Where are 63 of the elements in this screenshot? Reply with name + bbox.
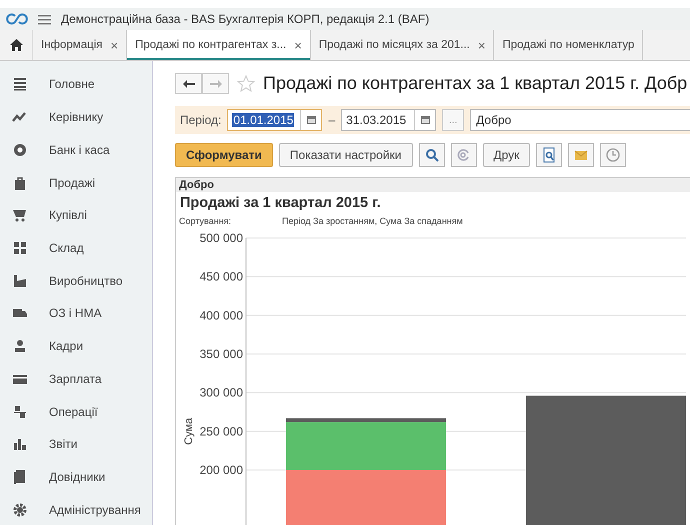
axis-tick-label: 350 000 [200, 347, 243, 361]
date-field[interactable]: 31.03.2015 [341, 109, 436, 131]
search-button[interactable] [418, 143, 444, 167]
gear-icon [12, 502, 28, 518]
toolbar-button[interactable]: Показати настройки [278, 143, 412, 167]
logo-icon [6, 13, 28, 25]
axis-tick-label: 400 000 [200, 308, 243, 322]
range-dash: – [328, 113, 336, 127]
back-arrow-icon[interactable] [182, 80, 194, 88]
sidebar-item[interactable]: Адміністрування [49, 502, 141, 517]
sidebar-item[interactable]: ОЗ і НМА [49, 306, 102, 320]
report-title: Продажі по контрагентах за 1 квартал 2015 г. Добр [263, 73, 688, 94]
date-field[interactable]: 01.01.2015 [227, 109, 322, 131]
coin-icon [12, 142, 28, 158]
sidebar-item[interactable]: Довідники [49, 470, 106, 484]
organization-field[interactable]: Добро [470, 109, 690, 131]
preview-button[interactable] [536, 143, 562, 167]
axis-tick-label: 450 000 [200, 270, 243, 284]
report-header: Добро [176, 178, 690, 192]
toolbar-button[interactable]: Друк [482, 143, 530, 167]
search-icon[interactable] [424, 147, 440, 163]
sidebar-item[interactable]: Склад [49, 240, 84, 255]
sidebar-item[interactable]: Звіти [49, 437, 78, 452]
back-button[interactable] [175, 73, 202, 94]
close-icon[interactable]: × [478, 38, 486, 52]
sidebar-item[interactable]: Керівнику [49, 110, 104, 124]
clock-icon[interactable] [605, 147, 622, 163]
tab[interactable]: Продажі по контрагентах з... × [127, 30, 311, 60]
ledger-icon [12, 404, 28, 420]
factory-icon [12, 272, 28, 289]
menu-icon[interactable] [38, 14, 51, 24]
star-icon[interactable] [237, 75, 255, 92]
sidebar-item[interactable]: Операції [49, 404, 98, 419]
person-icon [12, 338, 28, 354]
bar-chart-icon [12, 436, 28, 452]
axis-title: Сума [183, 418, 195, 445]
list-icon [12, 76, 28, 92]
sidebar-item[interactable]: Зарплата [49, 372, 102, 386]
grid-icon [12, 240, 28, 256]
axis-tick-label: 200 000 [200, 463, 243, 477]
sidebar-item[interactable]: Виробництво [49, 274, 123, 288]
axis-tick-label: 250 000 [200, 424, 243, 438]
report-heading: Продажі за 1 квартал 2015 г. [179, 194, 382, 211]
cart-icon [12, 207, 28, 224]
sidebar-item[interactable]: Банк і каса [49, 142, 110, 157]
sidebar-item[interactable]: Кадри [49, 339, 84, 354]
close-icon[interactable]: × [110, 38, 118, 52]
axis-tick-label: 300 000 [200, 386, 243, 400]
sidebar-item[interactable]: Продажі [49, 176, 96, 190]
bag-icon [12, 174, 28, 191]
sort-value: Період За зростанням, Сума За спаданням [282, 216, 463, 226]
window-title: Демонстраційна база - BAS Бухгалтерія КОРП, редакція 2.1 (BAF) [61, 12, 430, 26]
field-label: Період: [180, 113, 222, 127]
sidebar-item[interactable]: Головне [49, 77, 95, 92]
clock-button[interactable] [600, 143, 626, 167]
sort-label: Сортування: [179, 216, 232, 226]
book-icon [12, 468, 28, 485]
sidebar-item[interactable]: Купівлі [49, 208, 87, 222]
home-icon[interactable] [10, 39, 22, 51]
preview-icon[interactable] [541, 147, 558, 163]
axis-tick-label: 500 000 [200, 231, 243, 245]
close-icon[interactable]: × [294, 38, 302, 52]
generate-button[interactable]: Сформувати [175, 143, 273, 167]
